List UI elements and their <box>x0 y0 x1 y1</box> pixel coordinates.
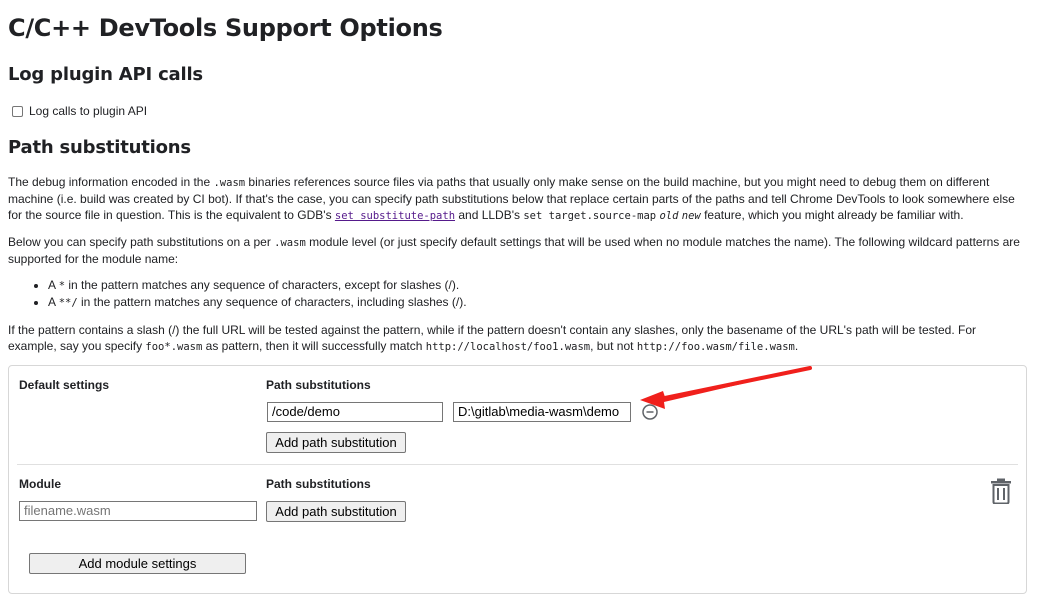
log-section-heading: Log plugin API calls <box>8 64 203 85</box>
default-settings-label: Default settings <box>19 378 110 392</box>
bullet-text: in the pattern matches any sequence of c… <box>77 295 467 309</box>
path-from-input[interactable]: /code/demo <box>267 402 443 422</box>
module-path-label: Path substitutions <box>266 477 371 491</box>
path-to-input[interactable]: D:\gitlab\media-wasm\demo <box>453 402 631 422</box>
code-old: old <box>659 210 679 222</box>
minus-circle-icon[interactable] <box>642 404 658 425</box>
code-pattern: foo*.wasm <box>145 341 203 353</box>
code-new: new <box>681 210 701 222</box>
wildcard-list: A * in the pattern matches any sequence … <box>8 277 467 311</box>
section-divider <box>17 464 1018 465</box>
code-source-map: set target.source-map <box>523 210 657 222</box>
path-section-heading: Path substitutions <box>8 137 191 158</box>
pattern-paragraph: If the pattern contains a slash (/) the … <box>8 322 1028 355</box>
para-text: The debug information encoded in the <box>8 175 214 189</box>
log-calls-checkbox[interactable] <box>12 105 23 117</box>
log-calls-label: Log calls to plugin API <box>29 104 148 118</box>
add-module-settings-button[interactable]: Add module settings <box>29 553 246 574</box>
para-text: and LLDB's <box>455 208 524 222</box>
para-text: feature, which you might already be fami… <box>700 208 964 222</box>
per-module-paragraph: Below you can specify path substitutions… <box>8 234 1028 267</box>
bullet-code: **/ <box>58 297 78 309</box>
code-wasm: .wasm <box>274 237 306 249</box>
list-item: A **/ in the pattern matches any sequenc… <box>48 294 467 311</box>
bullet-text: A <box>48 278 59 292</box>
module-name-input[interactable]: filename.wasm <box>19 501 257 521</box>
add-module-path-substitution-button[interactable]: Add path substitution <box>266 501 406 522</box>
log-calls-row[interactable]: Log calls to plugin API <box>12 103 147 119</box>
path-intro-paragraph: The debug information encoded in the .wa… <box>8 174 1028 224</box>
settings-panel: Default settings Path substitutions /cod… <box>8 365 1027 594</box>
bullet-text: in the pattern matches any sequence of c… <box>65 278 460 292</box>
para-text: , but not <box>590 339 637 353</box>
default-path-label: Path substitutions <box>266 378 371 392</box>
code-wasm: .wasm <box>213 177 246 189</box>
code-url-match: http://localhost/foo1.wasm <box>425 341 591 353</box>
list-item: A * in the pattern matches any sequence … <box>48 277 467 294</box>
module-label: Module <box>19 477 61 491</box>
para-text: . <box>794 339 799 353</box>
add-path-substitution-button[interactable]: Add path substitution <box>266 432 406 453</box>
para-text: Below you can specify path substitutions… <box>8 235 275 249</box>
para-text: as pattern, then it will successfully ma… <box>202 339 426 353</box>
gdb-substitute-path-link[interactable]: set substitute-path <box>335 210 455 222</box>
trash-icon[interactable] <box>990 478 1012 509</box>
bullet-text: A <box>48 295 59 309</box>
page-title: C/C++ DevTools Support Options <box>8 14 443 42</box>
code-url-nomatch: http://foo.wasm/file.wasm <box>636 341 795 353</box>
